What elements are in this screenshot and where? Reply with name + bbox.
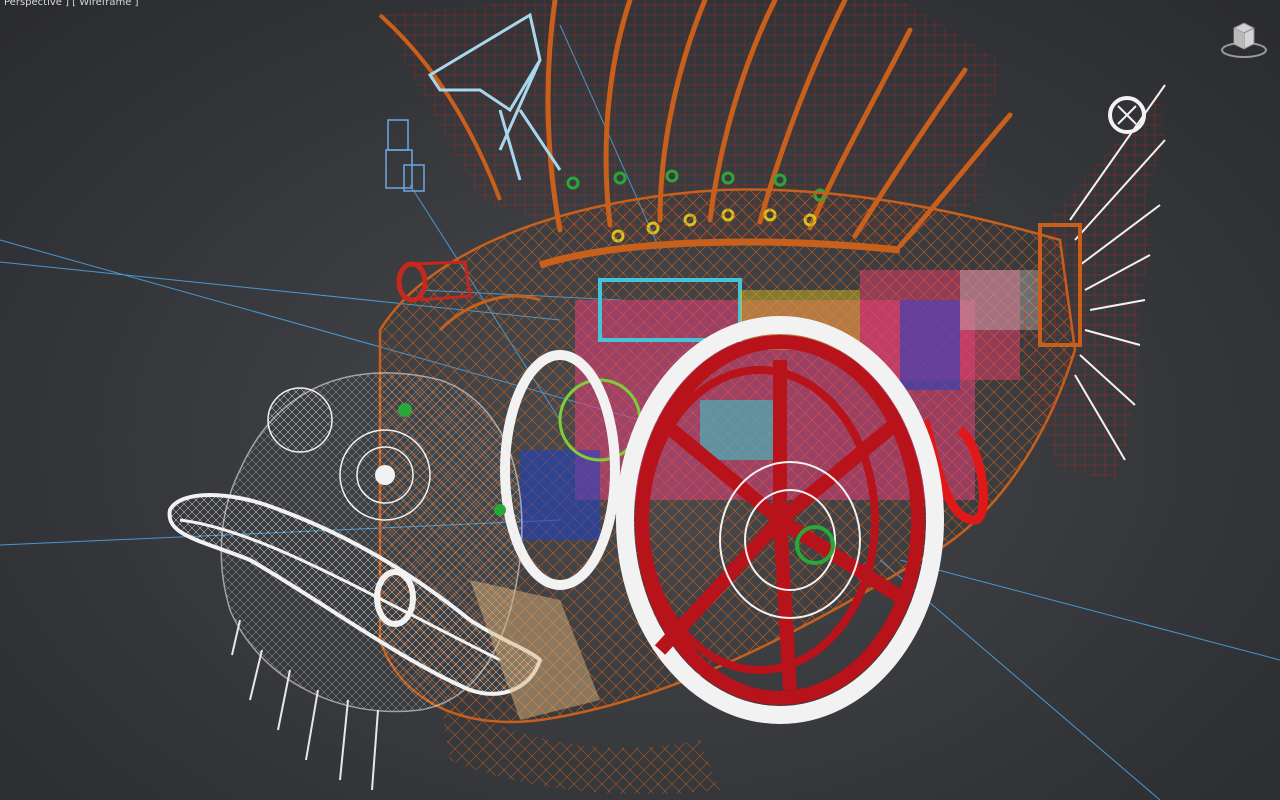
tail-fin: [1020, 84, 1166, 480]
wireframe-scene: [0, 0, 1280, 800]
viewport-label[interactable]: Perspective ] [ Wireframe ]: [0, 0, 142, 8]
rig-gizmo: [385, 119, 425, 192]
viewcube-icon[interactable]: [1220, 14, 1268, 62]
3d-viewport[interactable]: Perspective ] [ Wireframe ]: [0, 0, 1280, 800]
